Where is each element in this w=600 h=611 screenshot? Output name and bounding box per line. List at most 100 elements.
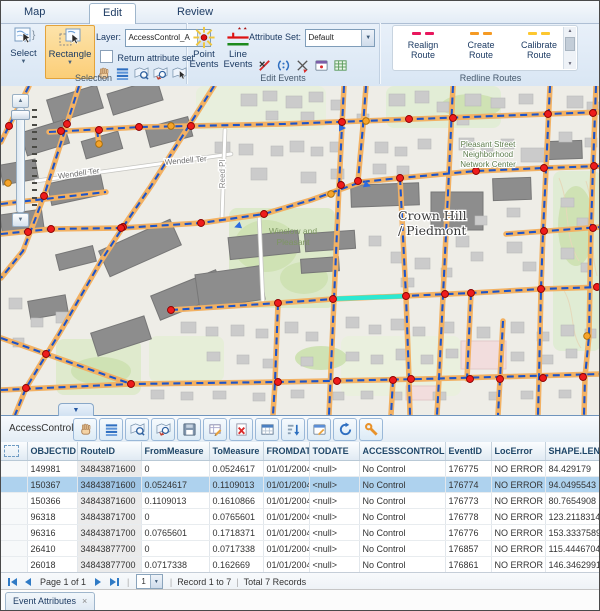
open-table-button[interactable]: [255, 418, 279, 441]
cell-eventid: 176776: [445, 525, 491, 541]
attribute-set-dropdown-arrow[interactable]: ▼: [361, 30, 374, 46]
tab-review[interactable]: Review: [164, 3, 226, 22]
editor-settings-button[interactable]: [359, 418, 383, 441]
save-edits-button[interactable]: [177, 418, 201, 441]
cell-accesscontrol: No Control: [359, 525, 445, 541]
column-header-accesscontrol[interactable]: ACCESSCONTROL: [359, 442, 445, 461]
cell-shape-len: 123.2118314: [545, 509, 600, 525]
show-selected-records-button[interactable]: [99, 418, 123, 441]
row-selector[interactable]: [1, 541, 27, 557]
scroll-up-arrow[interactable]: ▲: [564, 27, 576, 36]
cell-frommeasure: 0.0765601: [141, 525, 209, 541]
return-attribute-set-checkbox[interactable]: [100, 50, 113, 63]
tab-edit[interactable]: Edit: [89, 3, 136, 24]
scroll-thumb[interactable]: [565, 37, 575, 51]
row-selector[interactable]: [1, 461, 27, 477]
panel-collapse-tab[interactable]: ▼: [58, 403, 94, 417]
scroll-down-arrow[interactable]: ▼: [564, 60, 576, 69]
table-row[interactable]: 26018348438777000.07173380.16266901/01/2…: [1, 557, 600, 573]
row-selector[interactable]: [1, 557, 27, 573]
select-map-icon: }: [5, 25, 42, 49]
select-dropdown-arrow[interactable]: ▼: [5, 59, 42, 65]
cell-shape-len: 80.7654908: [545, 493, 600, 509]
table-row[interactable]: 96316348438717000.07656010.171837101/01/…: [1, 525, 600, 541]
redline-routes-group: Realign Route Create Route Calibrate Rou…: [380, 23, 600, 84]
cell-fromdate: 01/01/2004: [263, 557, 309, 573]
map-selected-segment: [335, 296, 403, 298]
calibrate-route-icon2: [541, 32, 550, 35]
tab-event-attributes[interactable]: Event Attributes×: [5, 592, 95, 611]
column-header-fromdate[interactable]: FROMDATE: [263, 442, 309, 461]
column-header-todate[interactable]: TODATE: [309, 442, 359, 461]
table-row[interactable]: 264103484387770000.071733801/01/2004<nul…: [1, 541, 600, 557]
next-page-button[interactable]: [91, 576, 105, 588]
sort-records-button[interactable]: [281, 418, 305, 441]
refresh-button[interactable]: [333, 418, 357, 441]
cell-objectid: 26018: [27, 557, 77, 573]
page-number-select[interactable]: 1 ▼: [136, 574, 162, 589]
cell-tomeasure: 0.0765601: [209, 509, 263, 525]
page-indicator: Page 1 of 1: [40, 577, 86, 587]
page-select-dropdown-arrow[interactable]: ▼: [150, 575, 162, 588]
edit-attributes-button[interactable]: [203, 418, 227, 441]
point-events-button[interactable]: Point Events: [187, 25, 221, 70]
row-selector[interactable]: [1, 525, 27, 541]
calibrate-route-button[interactable]: Calibrate Route: [511, 29, 567, 60]
cell-frommeasure: 0: [141, 509, 209, 525]
edit-events-group-label: Edit Events: [187, 73, 379, 83]
cell-eventid: 176778: [445, 509, 491, 525]
district-label-crown-hill-1: Crown Hill: [398, 208, 467, 223]
table-row[interactable]: 150367348438716000.05246170.110901301/01…: [1, 477, 600, 493]
select-features-button[interactable]: [73, 418, 97, 441]
create-route-button[interactable]: Create Route: [453, 29, 509, 60]
cell-shape-len: 115.4446704: [545, 541, 600, 557]
zoom-in-button[interactable]: ▲: [12, 94, 29, 108]
attribute-window-button[interactable]: [307, 418, 331, 441]
cell-objectid: 96318: [27, 509, 77, 525]
redline-routes-panel: Realign Route Create Route Calibrate Rou…: [392, 25, 578, 71]
zoom-out-button[interactable]: ▼: [12, 213, 29, 227]
previous-page-button[interactable]: [21, 576, 35, 588]
column-header-tomeasure[interactable]: ToMeasure: [209, 442, 263, 461]
cell-locerror: NO ERROR: [491, 541, 545, 557]
pan-to-selection-button[interactable]: [151, 418, 175, 441]
cell-tomeasure: 0.0524617: [209, 461, 263, 477]
cell-todate: <null>: [309, 493, 359, 509]
map-zoom-slider[interactable]: ▲ ▼: [10, 94, 32, 226]
cell-eventid: 176775: [445, 461, 491, 477]
table-row[interactable]: 150366348438716000.11090130.161086601/01…: [1, 493, 600, 509]
cell-shape-len: 94.0495543: [545, 477, 600, 493]
table-row[interactable]: 963183484387170000.076560101/01/2004<nul…: [1, 509, 600, 525]
cell-todate: <null>: [309, 541, 359, 557]
first-page-button[interactable]: [5, 576, 19, 588]
select-all-header[interactable]: [1, 442, 27, 461]
rectangle-tool-button[interactable]: Rectangle ▼: [45, 25, 95, 79]
column-header-routeid[interactable]: RouteID: [77, 442, 141, 461]
realign-route-button[interactable]: Realign Route: [395, 29, 451, 60]
tab-map[interactable]: Map: [11, 3, 58, 22]
ribbon-tabstrip: Map Edit Review: [1, 1, 599, 24]
close-tab-icon[interactable]: ×: [82, 596, 87, 606]
last-page-button[interactable]: [107, 576, 121, 588]
row-selector[interactable]: [1, 477, 27, 493]
row-selector[interactable]: [1, 493, 27, 509]
map-canvas: Wendell Ter Wendell Ter Reed Pl Winslow …: [1, 86, 600, 415]
point-events-icon: [187, 25, 221, 50]
select-tool-button[interactable]: } Select ▼: [5, 25, 42, 65]
column-header-locerror[interactable]: LocError: [491, 442, 545, 461]
redline-scrollbar[interactable]: ▲ ▼: [563, 27, 576, 69]
map-view[interactable]: Wendell Ter Wendell Ter Reed Pl Winslow …: [1, 86, 600, 415]
zoom-slider-handle[interactable]: [11, 110, 30, 120]
table-row[interactable]: 1499813484387160000.052461701/01/2004<nu…: [1, 461, 600, 477]
zoom-to-selection-button[interactable]: [125, 418, 149, 441]
zoom-slider-track[interactable]: [16, 107, 25, 213]
column-header-objectid[interactable]: OBJECTID: [27, 442, 77, 461]
clear-selection-button[interactable]: [229, 418, 253, 441]
column-header-eventid[interactable]: EventID: [445, 442, 491, 461]
rectangle-dropdown-arrow[interactable]: ▼: [46, 60, 94, 66]
row-selector[interactable]: [1, 509, 27, 525]
attribute-set-combobox[interactable]: Default ▼: [305, 29, 375, 47]
column-header-shape-len[interactable]: SHAPE.LEN: [545, 442, 600, 461]
cell-routeid: 34843877700: [77, 541, 141, 557]
column-header-frommeasure[interactable]: FromMeasure: [141, 442, 209, 461]
